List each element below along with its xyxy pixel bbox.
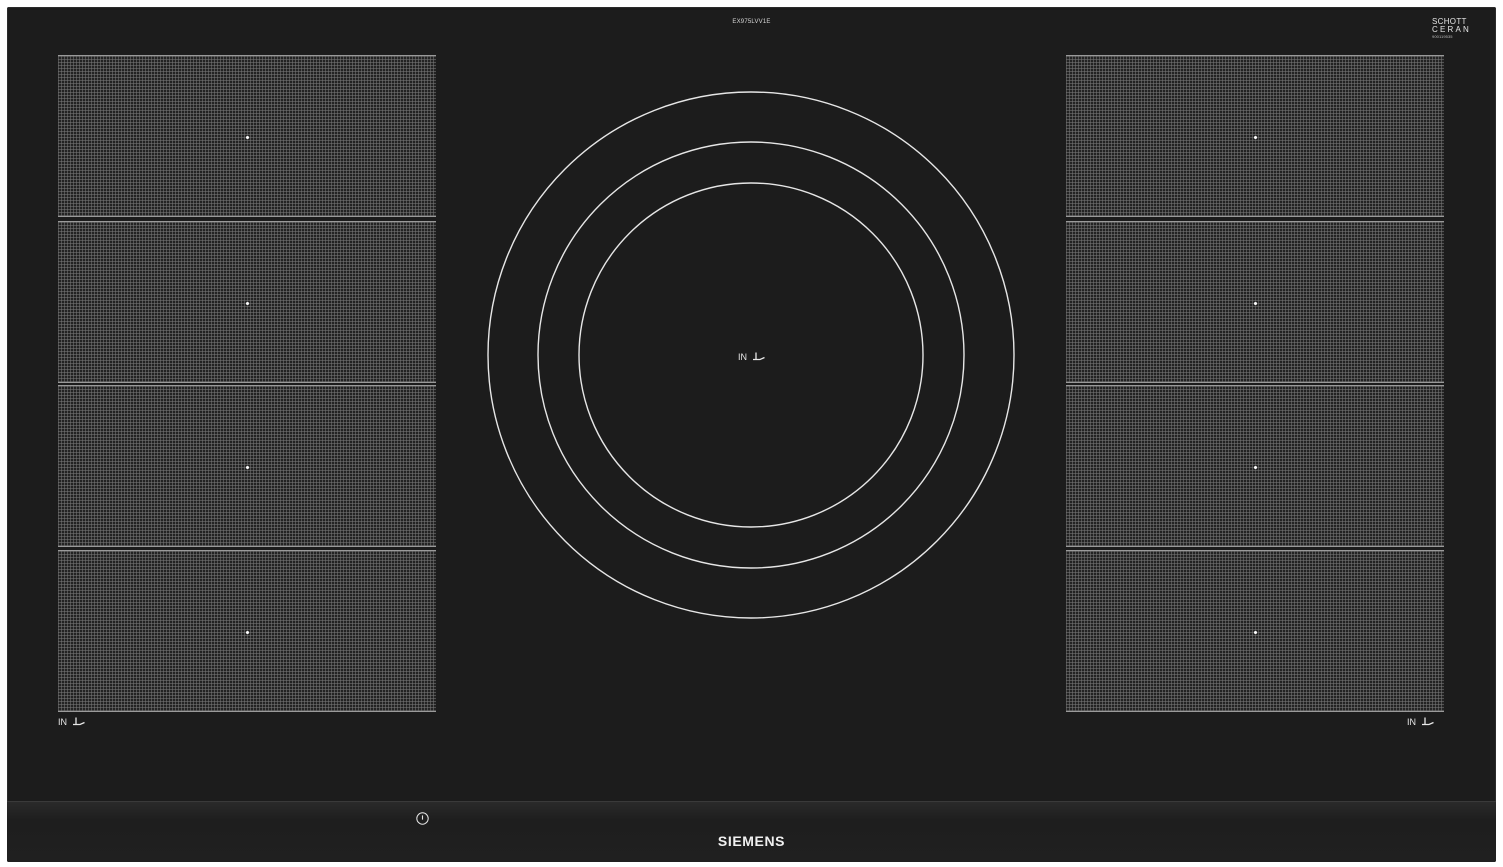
- flex-zone-left-4[interactable]: [58, 550, 436, 712]
- induction-label-text: IN: [738, 352, 747, 362]
- power-icon[interactable]: [416, 812, 429, 825]
- flex-zone-right-4[interactable]: [1066, 550, 1444, 712]
- flex-zone-left-2[interactable]: [58, 221, 436, 383]
- right-induction-label: IN: [1407, 717, 1435, 727]
- zone-center-dot: [246, 136, 249, 139]
- zone-center-dot: [246, 466, 249, 469]
- zone-center-dot: [1254, 302, 1257, 305]
- flex-zone-right-1[interactable]: [1066, 55, 1444, 217]
- zone-center-dot: [1254, 631, 1257, 634]
- brand-logo: SIEMENS: [717, 833, 786, 849]
- flex-zone-right-3[interactable]: [1066, 385, 1444, 547]
- pan-icon: [753, 352, 765, 361]
- model-number: EX975LVV1E: [732, 19, 771, 25]
- center-induction-label: IN: [738, 352, 766, 362]
- zone-center-dot: [246, 302, 249, 305]
- logo-line-2: CERAN: [1432, 25, 1472, 34]
- induction-label-text: IN: [1407, 717, 1416, 727]
- logo-code: 900119535: [1432, 34, 1453, 39]
- flex-zone-left-3[interactable]: [58, 385, 436, 547]
- pan-icon: [1422, 717, 1434, 726]
- zone-center-dot: [1254, 136, 1257, 139]
- zone-center-dot: [246, 631, 249, 634]
- pan-icon: [73, 717, 85, 726]
- schott-ceran-logo: SCHOTT CERAN 900119535: [1432, 18, 1482, 40]
- induction-label-text: IN: [58, 717, 67, 727]
- flex-zone-right-2[interactable]: [1066, 221, 1444, 383]
- flex-zone-left-1[interactable]: [58, 55, 436, 217]
- left-induction-label: IN: [58, 717, 86, 727]
- induction-hob: EX975LVV1E SCHOTT CERAN 900119535 IN IN: [7, 7, 1496, 862]
- zone-center-dot: [1254, 466, 1257, 469]
- control-strip: [7, 801, 1496, 862]
